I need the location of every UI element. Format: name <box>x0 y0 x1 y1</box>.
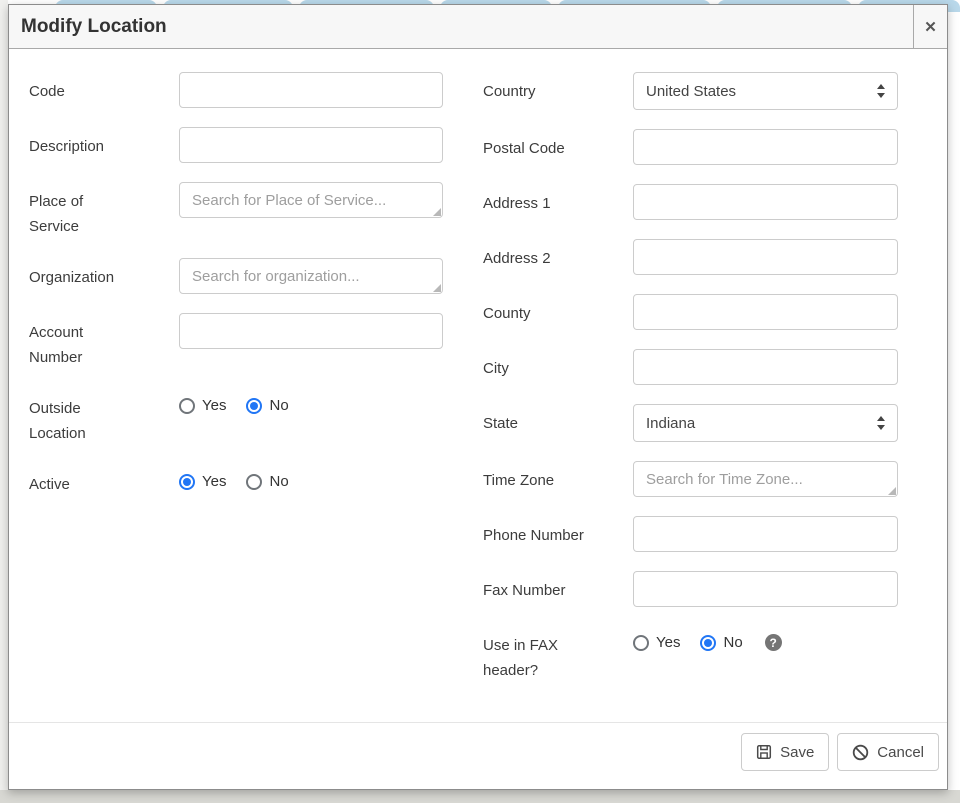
close-button[interactable]: ✕ <box>913 5 947 48</box>
country-select[interactable]: United States <box>633 72 898 110</box>
place-of-service-search-input[interactable] <box>179 182 443 218</box>
cancel-icon <box>852 744 869 761</box>
city-row: City <box>483 349 898 385</box>
fax-number-input[interactable] <box>633 571 898 607</box>
dialog-header: Modify Location ✕ <box>9 5 947 49</box>
county-input[interactable] <box>633 294 898 330</box>
resize-grip-icon <box>888 487 896 495</box>
city-label: City <box>483 349 633 381</box>
phone-number-label: Phone Number <box>483 516 633 548</box>
country-row: Country United States <box>483 72 898 110</box>
county-label: County <box>483 294 633 326</box>
account-number-input[interactable] <box>179 313 443 349</box>
modify-location-dialog: Modify Location ✕ Code Description Place… <box>8 4 948 790</box>
address1-input[interactable] <box>633 184 898 220</box>
dialog-footer: Save Cancel <box>9 722 947 789</box>
address2-label: Address 2 <box>483 239 633 271</box>
use-in-fax-header-label: Use in FAX header? <box>483 626 633 683</box>
help-glyph: ? <box>770 636 777 650</box>
address1-label: Address 1 <box>483 184 633 216</box>
state-row: State Indiana <box>483 404 898 442</box>
dialog-body: Code Description Place of Service <box>9 49 947 722</box>
save-button[interactable]: Save <box>741 733 829 771</box>
radio-label-yes: Yes <box>202 397 226 414</box>
cancel-button-label: Cancel <box>877 744 924 761</box>
city-input[interactable] <box>633 349 898 385</box>
fax-number-row: Fax Number <box>483 571 898 607</box>
organization-label: Organization <box>29 258 179 290</box>
use-in-fax-header-yes-radio[interactable]: Yes <box>633 634 680 651</box>
fax-number-label: Fax Number <box>483 571 633 603</box>
help-icon[interactable]: ? <box>765 634 782 651</box>
code-label: Code <box>29 72 179 104</box>
radio-unchecked-icon <box>246 474 262 490</box>
place-of-service-row: Place of Service <box>29 182 443 239</box>
organization-row: Organization <box>29 258 443 294</box>
radio-unchecked-icon <box>633 635 649 651</box>
outside-location-no-radio[interactable]: No <box>246 397 288 414</box>
save-button-label: Save <box>780 744 814 761</box>
dialog-title: Modify Location <box>9 16 913 38</box>
state-selected-value: Indiana <box>646 415 695 432</box>
county-row: County <box>483 294 898 330</box>
time-zone-label: Time Zone <box>483 461 633 493</box>
description-input[interactable] <box>179 127 443 163</box>
active-yes-radio[interactable]: Yes <box>179 473 226 490</box>
radio-checked-icon <box>179 474 195 490</box>
radio-label-no: No <box>269 397 288 414</box>
place-of-service-label: Place of Service <box>29 182 179 239</box>
time-zone-row: Time Zone <box>483 461 898 497</box>
time-zone-search-input[interactable] <box>633 461 898 497</box>
background-bottom-strip <box>0 790 960 803</box>
close-icon: ✕ <box>924 18 937 36</box>
country-selected-value: United States <box>646 83 736 100</box>
outside-location-yes-radio[interactable]: Yes <box>179 397 226 414</box>
background-page-sliver <box>0 0 8 790</box>
active-row: Active Yes No <box>29 465 443 497</box>
use-in-fax-header-row: Use in FAX header? Yes No ? <box>483 626 898 683</box>
save-icon <box>756 744 772 760</box>
use-in-fax-header-radio-group: Yes No ? <box>633 626 782 651</box>
radio-label-no: No <box>269 473 288 490</box>
address2-input[interactable] <box>633 239 898 275</box>
postal-code-input[interactable] <box>633 129 898 165</box>
radio-checked-icon <box>700 635 716 651</box>
description-row: Description <box>29 127 443 163</box>
address2-row: Address 2 <box>483 239 898 275</box>
radio-label-no: No <box>723 634 742 651</box>
radio-unchecked-icon <box>179 398 195 414</box>
account-number-row: Account Number <box>29 313 443 370</box>
select-arrows-icon <box>875 415 887 431</box>
country-label: Country <box>483 72 633 104</box>
outside-location-radio-group: Yes No <box>179 389 309 414</box>
phone-number-row: Phone Number <box>483 516 898 552</box>
active-radio-group: Yes No <box>179 465 309 490</box>
outside-location-label: Outside Location <box>29 389 179 446</box>
state-label: State <box>483 404 633 436</box>
active-no-radio[interactable]: No <box>246 473 288 490</box>
postal-code-row: Postal Code <box>483 129 898 165</box>
select-arrows-icon <box>875 83 887 99</box>
resize-grip-icon <box>433 284 441 292</box>
radio-label-yes: Yes <box>656 634 680 651</box>
phone-number-input[interactable] <box>633 516 898 552</box>
code-row: Code <box>29 72 443 108</box>
form-column-left: Code Description Place of Service <box>29 72 443 702</box>
cancel-button[interactable]: Cancel <box>837 733 939 771</box>
form-column-right: Country United States Postal Code <box>483 72 898 702</box>
postal-code-label: Postal Code <box>483 129 633 161</box>
radio-label-yes: Yes <box>202 473 226 490</box>
use-in-fax-header-no-radio[interactable]: No <box>700 634 742 651</box>
code-input[interactable] <box>179 72 443 108</box>
outside-location-row: Outside Location Yes No <box>29 389 443 446</box>
address1-row: Address 1 <box>483 184 898 220</box>
state-select[interactable]: Indiana <box>633 404 898 442</box>
active-label: Active <box>29 465 179 497</box>
resize-grip-icon <box>433 208 441 216</box>
radio-checked-icon <box>246 398 262 414</box>
organization-search-input[interactable] <box>179 258 443 294</box>
account-number-label: Account Number <box>29 313 179 370</box>
description-label: Description <box>29 127 179 159</box>
